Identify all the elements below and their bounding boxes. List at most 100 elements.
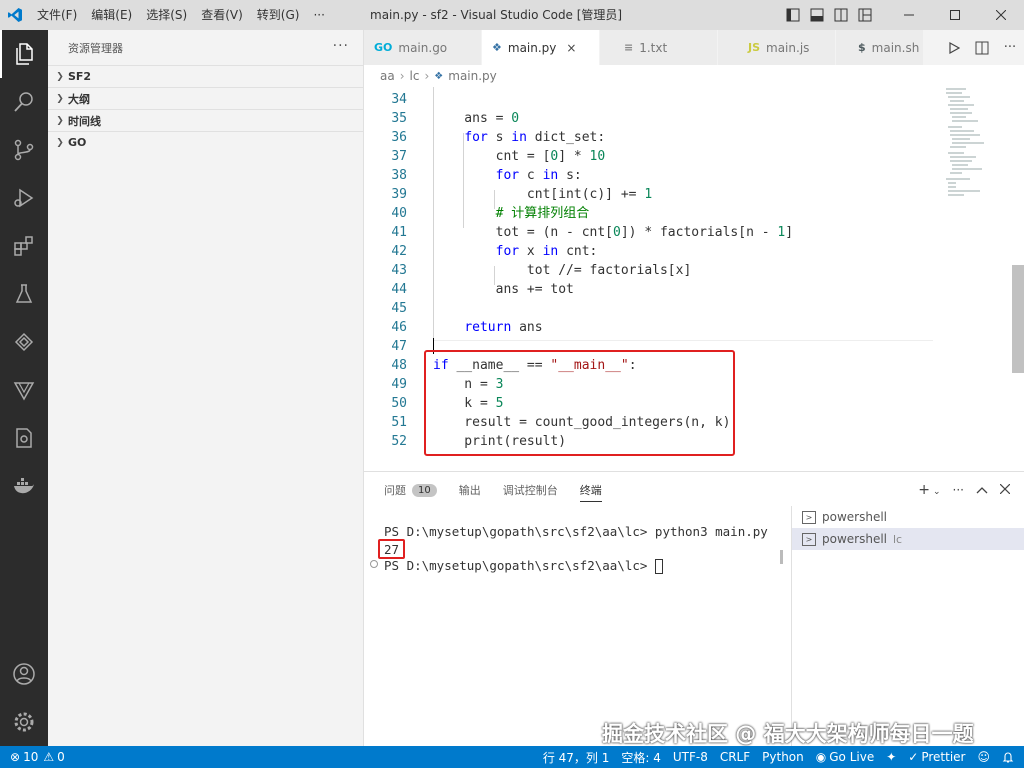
- sidebar-title: 资源管理器: [68, 41, 123, 55]
- minimize-icon[interactable]: [886, 0, 932, 30]
- js-icon: JS: [748, 41, 761, 54]
- testing-icon[interactable]: [0, 270, 48, 318]
- source-control-icon[interactable]: [0, 126, 48, 174]
- breadcrumb-item[interactable]: lc: [410, 69, 420, 83]
- section-go[interactable]: ❯ GO: [48, 131, 363, 153]
- tab-1-txt[interactable]: ≡ 1.txt: [600, 30, 718, 65]
- code-text: ans += tot: [433, 282, 574, 297]
- extensions-icon[interactable]: [0, 222, 48, 270]
- code-editor[interactable]: 34 35 ans = 0 36 for s in dict_set: 37 c…: [364, 87, 1024, 467]
- code-line: 39 cnt[int(c)] += 1: [364, 185, 944, 204]
- highlight-box: [424, 350, 735, 456]
- toggle-sidebar-icon[interactable]: [784, 6, 802, 24]
- editor-scrollbar[interactable]: [1012, 265, 1024, 373]
- section-label: SF2: [68, 70, 92, 83]
- customize-layout-icon[interactable]: [856, 6, 874, 24]
- more-actions-icon[interactable]: ···: [333, 38, 349, 54]
- terminal-output[interactable]: PS D:\mysetup\gopath\src\sf2\aa\lc> pyth…: [364, 522, 784, 742]
- tab-debug-console[interactable]: 调试控制台: [503, 472, 558, 508]
- breadcrumb-item[interactable]: aa: [380, 69, 395, 83]
- terminal-prompt: PS D:\mysetup\gopath\src\sf2\aa\lc>: [384, 558, 655, 573]
- menu-file[interactable]: 文件(F): [30, 0, 84, 30]
- line-number: 46: [391, 320, 407, 335]
- split-layout-icon[interactable]: [832, 6, 850, 24]
- docker-icon[interactable]: [0, 462, 48, 510]
- cursor-position[interactable]: 行 47，列 1: [537, 749, 616, 766]
- layout-controls: [784, 0, 874, 30]
- notifications-button[interactable]: [996, 751, 1024, 763]
- toggle-panel-icon[interactable]: [808, 6, 826, 24]
- tab-label: main.sh: [871, 40, 920, 55]
- terminal-scrollbar[interactable]: [780, 550, 783, 564]
- run-file-icon[interactable]: [940, 41, 968, 54]
- section-outline[interactable]: ❯ 大纲: [48, 87, 363, 109]
- account-icon[interactable]: [0, 650, 48, 698]
- remote-settings-icon[interactable]: [0, 414, 48, 462]
- close-tab-icon[interactable]: ×: [566, 41, 576, 55]
- menu-more[interactable]: ···: [306, 0, 331, 30]
- line-ending[interactable]: CRLF: [714, 750, 756, 764]
- menu-go[interactable]: 转到(G): [250, 0, 307, 30]
- tab-label: 输出: [458, 484, 481, 497]
- terminal-item[interactable]: > powershell lc: [792, 528, 1024, 550]
- code-text: # 计算排列组合: [495, 206, 590, 221]
- code-line: 42 for x in cnt:: [364, 242, 944, 261]
- menu-selection[interactable]: 选择(S): [139, 0, 194, 30]
- line-number: 45: [391, 301, 407, 316]
- line-number: 34: [391, 92, 407, 107]
- chevron-right-icon: ›: [424, 69, 430, 83]
- tab-main-go[interactable]: GO main.go: [364, 30, 482, 65]
- more-actions-icon[interactable]: ···: [953, 483, 964, 497]
- code-line: 40 # 计算排列组合: [364, 204, 944, 223]
- line-number: 43: [391, 263, 407, 278]
- more-actions-icon[interactable]: ···: [996, 40, 1024, 55]
- command-decoration-icon: [370, 560, 378, 568]
- tab-problems[interactable]: 问题 10: [384, 472, 437, 508]
- breadcrumb-item[interactable]: main.py: [448, 69, 497, 83]
- copilot-status[interactable]: ✦: [880, 750, 902, 764]
- vscode-logo-icon: [0, 0, 30, 30]
- chevron-up-icon[interactable]: [976, 482, 988, 498]
- menu-view[interactable]: 查看(V): [194, 0, 250, 30]
- explorer-icon[interactable]: [0, 30, 48, 78]
- panel-tabs: 问题 10 输出 调试控制台 终端 + ⌄ ···: [364, 472, 1024, 508]
- gear-icon[interactable]: [0, 698, 48, 746]
- new-terminal-icon[interactable]: + ⌄: [918, 482, 940, 498]
- prettier-status[interactable]: ✓ Prettier: [902, 750, 971, 764]
- section-timeline[interactable]: ❯ 时间线: [48, 109, 363, 131]
- search-icon[interactable]: [0, 78, 48, 126]
- code-text: for x in cnt:: [495, 244, 598, 259]
- explorer-sidebar: 资源管理器 ··· ❯ SF2 ❯ 大纲 ❯ 时间线 ❯ GO: [48, 30, 364, 746]
- language-mode[interactable]: Python: [756, 750, 810, 764]
- close-icon[interactable]: [978, 0, 1024, 30]
- minimap[interactable]: [944, 87, 1009, 207]
- maximize-icon[interactable]: [932, 0, 978, 30]
- gitlens-icon[interactable]: [0, 366, 48, 414]
- menu-edit[interactable]: 编辑(E): [84, 0, 139, 30]
- tab-main-sh[interactable]: $ main.sh: [836, 30, 924, 65]
- problems-status[interactable]: ⊗ 10 ⚠ 0: [0, 750, 71, 764]
- line-number: 39: [391, 187, 407, 202]
- section-sf2[interactable]: ❯ SF2: [48, 65, 363, 87]
- warning-icon: ⚠: [43, 750, 55, 764]
- terminal-icon: >: [802, 510, 816, 524]
- close-panel-icon[interactable]: [999, 482, 1011, 498]
- encoding[interactable]: UTF-8: [667, 750, 714, 764]
- tab-main-py[interactable]: ❖ main.py ×: [482, 30, 600, 65]
- line-number: 49: [391, 377, 407, 392]
- go-live-button[interactable]: ◉ Go Live: [810, 750, 880, 764]
- remote-explorer-icon[interactable]: [0, 318, 48, 366]
- status-bar: ⊗ 10 ⚠ 0 行 47，列 1 空格: 4 UTF-8 CRLF Python …: [0, 746, 1024, 768]
- watermark: 掘金技术社区 @ 福大大架构师每日一题: [602, 722, 974, 746]
- tab-terminal[interactable]: 终端: [579, 472, 602, 508]
- tab-main-js[interactable]: JS main.js: [718, 30, 836, 65]
- terminal-line: PS D:\mysetup\gopath\src\sf2\aa\lc> pyth…: [384, 524, 768, 539]
- feedback-button[interactable]: ☺: [971, 750, 996, 764]
- chevron-right-icon: ❯: [56, 71, 64, 82]
- tab-output[interactable]: 输出: [459, 472, 481, 508]
- run-debug-icon[interactable]: [0, 174, 48, 222]
- indentation[interactable]: 空格: 4: [615, 749, 667, 766]
- terminal-item[interactable]: > powershell: [792, 506, 1024, 528]
- code-text: tot = (n - cnt[0]) * factorials[n - 1]: [433, 225, 794, 240]
- split-editor-icon[interactable]: [968, 41, 996, 55]
